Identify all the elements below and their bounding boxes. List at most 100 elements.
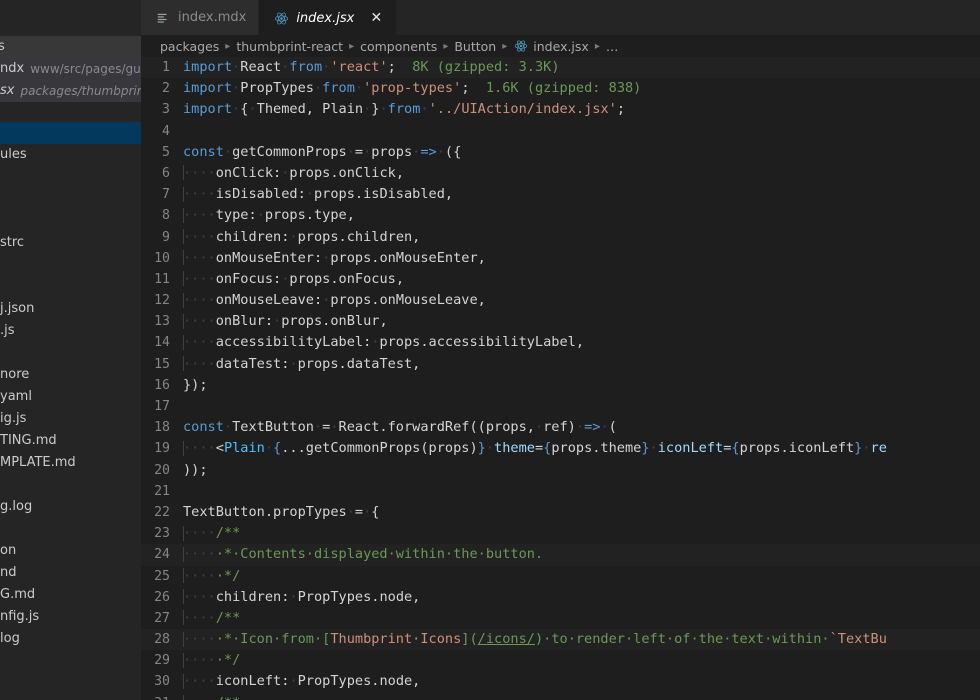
code-token: =	[355, 504, 363, 520]
code-line[interactable]: 4	[141, 121, 980, 142]
code-line-content: TextButton.propTypes·=·{	[182, 502, 980, 523]
react-icon	[513, 39, 528, 54]
code-token: {	[273, 440, 281, 456]
code-line[interactable]: 16});	[141, 375, 980, 396]
file-tree-item[interactable]: MPLATE.md	[0, 452, 141, 474]
breadcrumb-item[interactable]: …	[606, 39, 619, 54]
code-token: TextButton	[232, 419, 314, 435]
open-editor-path: www/src/pages/gui...	[30, 58, 141, 80]
breadcrumb-item[interactable]: packages	[160, 39, 219, 54]
code-line[interactable]: 3import·{·Themed, Plain·}·from·'../UIAct…	[141, 99, 980, 120]
code-token: {	[731, 440, 739, 456]
breadcrumb-item-label: Button	[454, 39, 496, 54]
open-editor-item-index-mdx[interactable]: ndx www/src/pages/gui...	[0, 58, 141, 80]
line-number: 31	[141, 693, 182, 700]
code-line[interactable]: 18const·TextButton·=·React.forwardRef((p…	[141, 417, 980, 438]
code-line[interactable]: 21	[141, 481, 980, 502]
code-token: `TextBu	[830, 631, 887, 647]
file-tree-item[interactable]: g.log	[0, 496, 141, 518]
tab-label: index.mdx	[178, 10, 246, 25]
code-token: children:	[216, 589, 290, 605]
code-line[interactable]: 19····<Plain·{...getCommonProps(props)}·…	[141, 438, 980, 459]
file-tree-item[interactable]: G.md	[0, 584, 141, 606]
code-line[interactable]: 24·····*·Contents·displayed·within·the·b…	[141, 544, 980, 565]
code-line[interactable]: 25·····*/	[141, 566, 980, 587]
breadcrumb-item[interactable]: components	[360, 39, 437, 54]
code-token: PropTypes.node,	[298, 589, 421, 605]
file-tree-item[interactable]: TING.md	[0, 430, 141, 452]
breadcrumb[interactable]: packages▸thumbprint-react▸components▸But…	[141, 35, 980, 57]
file-tree-item[interactable]: nore	[0, 364, 141, 386]
code-token: ·	[862, 440, 870, 456]
tab-index-jsx[interactable]: index.jsx ✕	[259, 0, 397, 35]
code-line[interactable]: 10····onMouseEnter:·props.onMouseEnter,	[141, 248, 980, 269]
code-line-content: ····/**	[182, 523, 980, 544]
file-tree-item[interactable]	[0, 122, 141, 144]
code-line[interactable]: 20));	[141, 460, 980, 481]
code-line[interactable]: 1import·React·from·'react'; 8K (gzipped:…	[141, 57, 980, 78]
close-icon[interactable]: ✕	[368, 10, 384, 26]
file-tree-item[interactable]: j.json	[0, 298, 141, 320]
breadcrumb-item[interactable]: Button	[454, 39, 496, 54]
code-line[interactable]: 7····isDisabled:·props.isDisabled,	[141, 184, 980, 205]
file-tree-item[interactable]: log	[0, 628, 141, 650]
open-editor-item-index-jsx[interactable]: sx packages/thumbprin...	[0, 80, 141, 102]
code-line[interactable]: 23····/**	[141, 523, 980, 544]
code-line[interactable]: 22TextButton.propTypes·=·{	[141, 502, 980, 523]
code-editor[interactable]: 1import·React·from·'react'; 8K (gzipped:…	[141, 57, 980, 700]
code-token: =	[535, 440, 543, 456]
breadcrumb-separator-icon: ▸	[595, 41, 600, 52]
file-tree-item[interactable]: nfig.js	[0, 606, 141, 628]
sidebar-section-title[interactable]: s	[0, 36, 141, 58]
code-line[interactable]: 5const·getCommonProps·=·props·=>·({	[141, 142, 980, 163]
file-tree-item-label: ules	[0, 144, 27, 166]
code-token: 'react'	[330, 59, 387, 75]
code-line[interactable]: 17	[141, 396, 980, 417]
sidebar-header	[0, 0, 141, 35]
code-line[interactable]: 6····onClick:·props.onClick,	[141, 163, 980, 184]
file-tree-item[interactable]: yaml	[0, 386, 141, 408]
code-line[interactable]: 8····type:·props.type,	[141, 205, 980, 226]
code-token: ref)	[543, 419, 576, 435]
code-token: onBlur:	[216, 313, 273, 329]
file-tree-item[interactable]: on	[0, 540, 141, 562]
line-number: 28	[141, 629, 182, 650]
code-line[interactable]: 29·····*/	[141, 650, 980, 671]
code-line[interactable]: 14····accessibilityLabel:·props.accessib…	[141, 332, 980, 353]
code-line[interactable]: 27····/**	[141, 608, 980, 629]
code-token: from	[388, 101, 421, 117]
file-tree-item[interactable]: .js	[0, 320, 141, 342]
file-tree-item[interactable]: ig.js	[0, 408, 141, 430]
code-token: onClick:	[216, 165, 281, 181]
code-line[interactable]: 13····onBlur:·props.onBlur,	[141, 311, 980, 332]
code-line[interactable]: 26····children:·PropTypes.node,	[141, 587, 980, 608]
editor-tabbar[interactable]: index.mdx index.jsx	[141, 0, 980, 35]
code-line-content: import·React·from·'react'; 8K (gzipped: …	[182, 57, 980, 78]
code-line[interactable]: 15····dataTest:·props.dataTest,	[141, 354, 980, 375]
file-tree-item-label: yaml	[0, 386, 32, 408]
file-tree-item[interactable]: nd	[0, 562, 141, 584]
code-token: iconLeft	[658, 440, 723, 456]
code-line[interactable]: 11····onFocus:·props.onFocus,	[141, 269, 980, 290]
code-line[interactable]: 30····iconLeft:·PropTypes.node,	[141, 671, 980, 692]
code-line-content: ····children:·props.children,	[182, 227, 980, 248]
code-line[interactable]: 12····onMouseLeave:·props.onMouseLeave,	[141, 290, 980, 311]
breadcrumb-item[interactable]: index.jsx	[513, 39, 589, 54]
code-token: });	[183, 377, 208, 393]
explorer-sidebar[interactable]: s ndx www/src/pages/gui... sx packages/t…	[0, 0, 141, 700]
code-line[interactable]: 2import·PropTypes·from·'prop-types'; 1.6…	[141, 78, 980, 99]
breadcrumb-item[interactable]: thumbprint-react	[236, 39, 343, 54]
file-tree-item[interactable]: strc	[0, 232, 141, 254]
code-line[interactable]: 9····children:·props.children,	[141, 227, 980, 248]
code-token: import	[183, 101, 232, 117]
code-line[interactable]: 31····/**	[141, 693, 980, 700]
tab-index-mdx[interactable]: index.mdx	[141, 0, 259, 35]
code-token: ·*/	[216, 568, 241, 584]
code-line[interactable]: 28·····*·Icon·from·[Thumbprint·Icons](/i…	[141, 629, 980, 650]
code-token: import	[183, 59, 232, 75]
line-number: 8	[141, 205, 182, 226]
code-token: ····	[183, 568, 216, 584]
react-icon	[273, 10, 289, 26]
file-tree-item[interactable]: ules	[0, 144, 141, 166]
code-token: React	[240, 59, 281, 75]
